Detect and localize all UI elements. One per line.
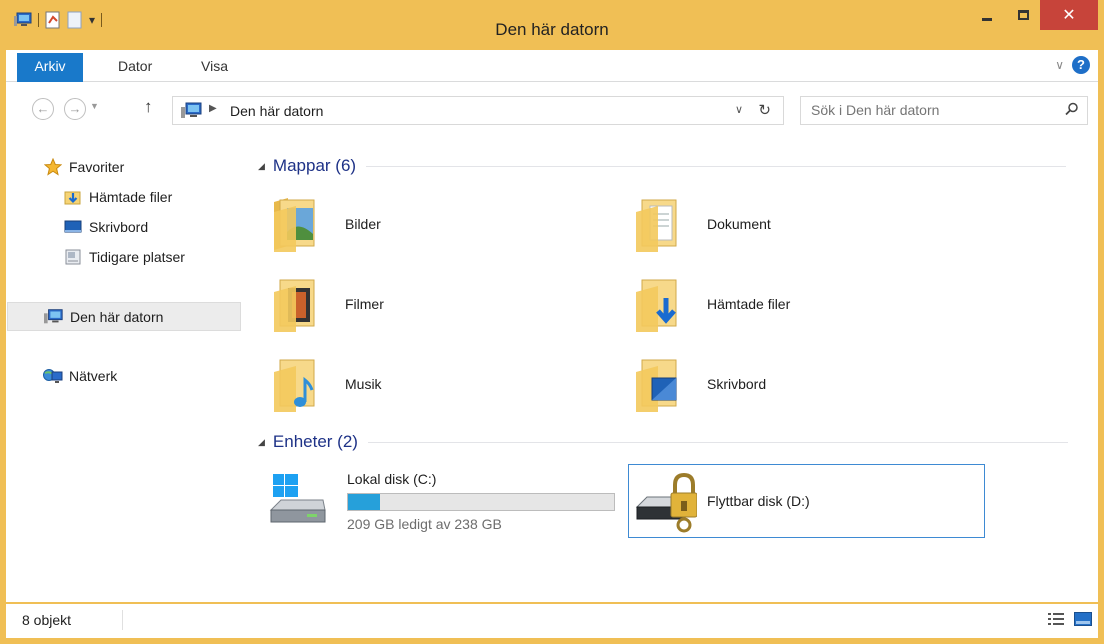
view-switcher	[1048, 612, 1092, 629]
drive-label: Flyttbar disk (D:)	[707, 493, 810, 509]
folder-label: Dokument	[707, 216, 771, 232]
nav-downloads[interactable]: Hämtade filer	[63, 184, 172, 210]
nav-this-pc-label: Den här datorn	[70, 308, 164, 325]
collapse-triangle-icon[interactable]: ◢	[258, 161, 265, 172]
folder-label: Hämtade filer	[707, 296, 791, 312]
folder-item[interactable]: Musik	[270, 354, 382, 414]
ribbon-tabs: Arkiv Dator Visa ∨ ?	[6, 50, 1098, 82]
close-button[interactable]: ✕	[1040, 0, 1098, 30]
minimize-button[interactable]	[968, 0, 1006, 30]
back-button[interactable]: ←	[32, 98, 54, 120]
nav-network[interactable]: Nätverk	[43, 363, 117, 389]
folder-item[interactable]: Filmer	[270, 274, 384, 334]
item-count: 8 objekt	[22, 612, 72, 628]
desktop-folder-icon	[632, 354, 684, 414]
refresh-icon[interactable]: ↻	[758, 101, 771, 119]
desktop-icon	[63, 218, 83, 236]
folder-item[interactable]: Bilder	[270, 194, 381, 254]
nav-this-pc[interactable]: Den här datorn	[7, 302, 241, 331]
group-divider	[367, 441, 1068, 443]
close-icon: ✕	[1062, 7, 1076, 24]
windows-drive-icon	[269, 474, 329, 533]
drive-item-local-disk[interactable]: Lokal disk (C:) 209 GB ledigt av 238 GB	[269, 466, 629, 538]
tab-arkiv[interactable]: Arkiv	[17, 53, 83, 82]
music-folder-icon	[270, 354, 322, 414]
devices-group-title: Enheter (2)	[272, 432, 358, 451]
nav-favorites[interactable]: Favoriter	[43, 154, 124, 180]
explorer-window: ▾ Den här datorn ✕ Arkiv Dator Visa ∨ ? …	[0, 0, 1104, 644]
locked-drive-icon	[635, 472, 698, 538]
help-icon[interactable]: ?	[1072, 56, 1090, 74]
downloads-folder-icon	[63, 188, 83, 206]
star-icon	[43, 158, 63, 176]
folder-item[interactable]: Hämtade filer	[632, 274, 790, 334]
drive-free-space: 209 GB ledigt av 238 GB	[347, 516, 502, 532]
downloads-folder-icon	[632, 274, 684, 334]
window-title: Den här datorn	[495, 20, 609, 39]
content-pane: ◢ Mappar (6) Bilder Dokument Filmer Hämt…	[242, 142, 1098, 602]
pictures-folder-icon	[270, 194, 322, 254]
status-divider	[122, 610, 123, 630]
tab-visa[interactable]: Visa	[201, 50, 228, 82]
collapse-triangle-icon[interactable]: ◢	[258, 437, 265, 448]
address-dropdown-chevron-icon[interactable]: ∨	[735, 103, 743, 116]
folders-group-header[interactable]: ◢ Mappar (6)	[258, 154, 1067, 178]
search-box[interactable]	[800, 96, 1088, 125]
devices-group-header[interactable]: ◢ Enheter (2)	[258, 430, 1068, 454]
drive-capacity-bar	[347, 493, 615, 511]
title-bar[interactable]: ▾ Den här datorn ✕	[0, 0, 1104, 50]
maximize-button[interactable]	[1006, 0, 1040, 30]
videos-folder-icon	[270, 274, 322, 334]
computer-icon	[44, 308, 64, 326]
folder-label: Skrivbord	[707, 376, 767, 392]
status-bar: 8 objekt	[6, 604, 1098, 638]
group-divider	[366, 165, 1067, 167]
minimize-icon	[982, 17, 992, 21]
up-arrow-button[interactable]: ↑	[144, 97, 153, 117]
nav-recent-places[interactable]: Tidigare platser	[63, 244, 185, 270]
folder-item[interactable]: Skrivbord	[632, 354, 766, 414]
search-icon[interactable]	[1065, 102, 1079, 119]
drive-item-removable-disk[interactable]: Flyttbar disk (D:)	[628, 464, 985, 538]
details-view-icon[interactable]	[1048, 612, 1064, 629]
folder-label: Bilder	[345, 216, 381, 232]
address-toolbar: ← → ▼ ↑ ▶ Den här datorn ∨ ↻	[6, 82, 1098, 142]
computer-icon	[181, 102, 203, 122]
address-bar[interactable]: ▶ Den här datorn ∨ ↻	[172, 96, 784, 125]
search-input[interactable]	[811, 102, 1051, 118]
nav-recent-places-label: Tidigare platser	[89, 249, 185, 265]
forward-arrow-icon: →	[68, 101, 82, 116]
breadcrumb-this-pc[interactable]: Den här datorn	[230, 103, 323, 119]
folder-item[interactable]: Dokument	[632, 194, 771, 254]
nav-network-label: Nätverk	[69, 368, 118, 384]
ribbon-right-controls: ∨ ?	[1055, 56, 1090, 74]
tab-dator[interactable]: Dator	[118, 50, 152, 82]
nav-desktop-label: Skrivbord	[89, 219, 149, 235]
folder-label: Musik	[345, 376, 382, 392]
back-arrow-icon: ←	[36, 101, 50, 116]
drive-label: Lokal disk (C:)	[347, 471, 437, 487]
recent-locations-chevron-icon[interactable]: ▼	[90, 101, 99, 111]
nav-desktop[interactable]: Skrivbord	[63, 214, 148, 240]
nav-downloads-label: Hämtade filer	[89, 189, 173, 205]
nav-favorites-label: Favoriter	[69, 159, 125, 175]
breadcrumb-separator-icon[interactable]: ▶	[209, 103, 217, 114]
navigation-pane: Favoriter Hämtade filer Skrivbord Tidiga…	[6, 142, 242, 602]
recent-places-icon	[63, 248, 83, 266]
expand-ribbon-chevron-icon[interactable]: ∨	[1055, 58, 1064, 72]
drive-capacity-fill	[348, 494, 381, 510]
folder-label: Filmer	[345, 296, 384, 312]
forward-button[interactable]: →	[64, 98, 86, 120]
large-icons-view-icon[interactable]	[1074, 612, 1092, 629]
folders-group-title: Mappar (6)	[272, 156, 357, 175]
network-icon	[43, 367, 63, 385]
maximize-icon	[1017, 10, 1029, 20]
documents-folder-icon	[632, 194, 684, 254]
